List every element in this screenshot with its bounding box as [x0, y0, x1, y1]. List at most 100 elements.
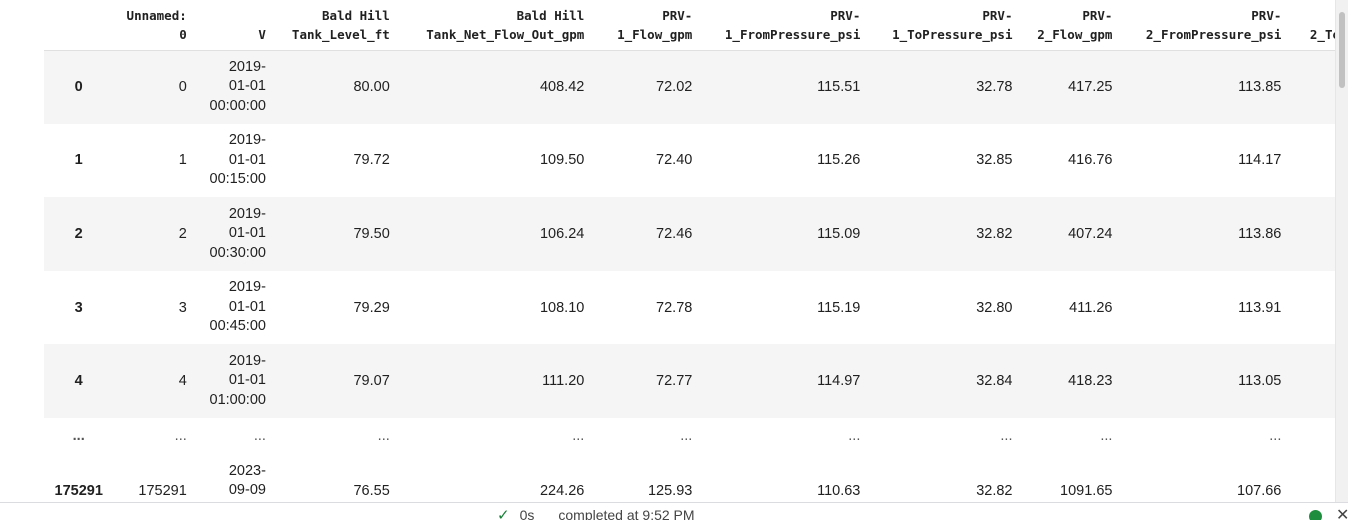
cell-prv1_from: 115.51: [817, 79, 861, 96]
cell-prv1_from: 115.19: [817, 299, 861, 316]
row-index: 3: [74, 299, 83, 316]
column-header-text: [52, 25, 105, 44]
close-icon[interactable]: ✕: [1336, 505, 1348, 520]
cell-prv1_to: 32.82: [976, 482, 1013, 499]
cell-tank_level: 79.72: [353, 152, 390, 169]
cell-prv2_flow: 417.25: [1068, 79, 1113, 96]
ellipsis-cell: ...: [680, 427, 693, 444]
column-header-text: PRV-: [662, 7, 693, 23]
execution-message: completed at 9:52 PM: [558, 507, 695, 520]
cell-prv1_to: 32.85: [976, 152, 1013, 169]
cell-v: 2019- 01-01 00:30:00: [195, 197, 274, 271]
table-row: 4 4 2019- 01-01 01:00:00 79.07 111.20 72.77 114.…: [44, 344, 1348, 418]
column-header-text: [1297, 6, 1340, 25]
datetime-part: 2019-: [228, 279, 266, 296]
dataframe-table: Unnamed: 0 V Bald Hill Tank_Level_ft Bald Hil…: [44, 0, 1348, 502]
datetime-part: 01-01: [228, 225, 266, 242]
column-header-text: PRV-: [982, 7, 1013, 23]
cell-prv1_from: 115.09: [817, 225, 861, 242]
ellipsis-row: ..............................: [44, 418, 1348, 454]
cell-prv2_flow: 418.23: [1068, 373, 1113, 390]
datetime-part: 01-01: [228, 151, 266, 168]
cell-prv2_from: 113.05: [1238, 373, 1282, 390]
cell-prv2_from: 114.17: [1238, 152, 1282, 169]
row-index: 4: [74, 373, 83, 390]
row-index: 0: [74, 79, 83, 96]
cell-tank_level: 76.55: [353, 482, 390, 499]
column-header-text: PRV-: [1082, 7, 1113, 23]
cell-prv1_to: 32.78: [976, 79, 1013, 96]
cell-tank_net_flow: 109.50: [539, 152, 585, 169]
cell-prv1_from: 115.26: [817, 152, 861, 169]
cell-prv1_flow: 72.02: [656, 79, 693, 96]
datetime-part: 09-09: [228, 482, 266, 499]
cell-prv1_flow: 72.46: [656, 225, 693, 242]
table-row: 1 1 2019- 01-01 00:15:00 79.72 109.50 72.40 115.…: [44, 124, 1348, 198]
cell-tank_level: 79.07: [353, 373, 390, 390]
ellipsis-cell: ...: [377, 427, 390, 444]
table-row: 2 2 2019- 01-01 00:30:00 79.50 106.24 72.46 115.…: [44, 197, 1348, 271]
cell-tank_net_flow: 111.20: [542, 373, 585, 390]
cell-prv2_flow: 411.26: [1069, 299, 1113, 316]
column-header-prv1_flow: PRV- 1_Flow_gpm: [592, 0, 701, 51]
column-header-text: 1_Flow_gpm: [617, 26, 693, 42]
datetime-part: 01-01: [228, 372, 266, 389]
cell-prv2_flow: 1091.65: [1060, 482, 1113, 499]
ellipsis-cell: ...: [1100, 427, 1113, 444]
cell-prv1_to: 32.80: [976, 299, 1013, 316]
column-header-text: 2_FromPressure_psi: [1145, 26, 1282, 42]
datetime-part: 2019-: [228, 352, 266, 369]
table-row: 3 3 2019- 01-01 00:45:00 79.29 108.10 72.78 115.…: [44, 271, 1348, 345]
cell-unnamed: 2: [178, 225, 187, 242]
cell-tank_net_flow: 106.24: [539, 225, 585, 242]
cell-v: 2023- 09-09: [195, 454, 274, 502]
cell-v: 2019- 01-01 00:15:00: [195, 124, 274, 198]
cell-tank_level: 80.00: [353, 79, 390, 96]
column-header-text: Tank_Net_Flow_Out_gpm: [426, 26, 585, 42]
check-icon: ✓: [497, 507, 510, 520]
cell-prv2_flow: 416.76: [1068, 152, 1113, 169]
execution-status: ✓ 0s completed at 9:52 PM: [497, 506, 695, 520]
column-header-tank_level: Bald Hill Tank_Level_ft: [273, 0, 398, 51]
column-header-prv2_from: PRV- 2_FromPressure_psi: [1120, 0, 1290, 51]
cell-prv1_flow: 125.93: [647, 482, 693, 499]
cell-v: 2019- 01-01 00:00:00: [195, 50, 274, 124]
column-header-prv2_flow: PRV- 2_Flow_gpm: [1020, 0, 1121, 51]
cell-v: 2019- 01-01 00:45:00: [195, 271, 274, 345]
table-row: 175291 175291 2023- 09-09 76.55 224.26 125.93…: [44, 454, 1348, 502]
cell-unnamed: 4: [178, 373, 187, 390]
table-row: 0 0 2019- 01-01 00:00:00 80.00 408.42 72.02 115.…: [44, 50, 1348, 124]
vertical-scrollbar[interactable]: [1335, 0, 1348, 502]
column-header-text: 0: [179, 26, 187, 42]
column-header-text: PRV-: [830, 7, 861, 23]
datetime-part: 2023-: [228, 462, 266, 479]
datetime-part: 00:30:00: [209, 244, 266, 261]
scrollbar-thumb[interactable]: [1339, 12, 1345, 88]
header-row: Unnamed: 0 V Bald Hill Tank_Level_ft Bald Hil…: [44, 0, 1348, 51]
ellipsis-cell: ...: [572, 427, 585, 444]
row-index: 2: [74, 225, 83, 242]
column-header-text: 1_FromPressure_psi: [724, 26, 861, 42]
cell-tank_net_flow: 108.10: [539, 299, 585, 316]
datetime-part: 00:45:00: [209, 318, 266, 335]
cell-prv1_flow: 72.77: [656, 373, 693, 390]
cell-prv2_flow: 407.24: [1068, 225, 1113, 242]
ellipsis-cell: ...: [253, 427, 266, 444]
cell-unnamed: 1: [178, 152, 187, 169]
cell-unnamed: 3: [178, 299, 187, 316]
row-index: ...: [72, 427, 85, 444]
cell-unnamed: 175291: [138, 482, 187, 499]
row-index: 1: [74, 152, 83, 169]
cell-prv1_from: 110.63: [817, 482, 861, 499]
column-header-tank_net_flow: Bald Hill Tank_Net_Flow_Out_gpm: [397, 0, 593, 51]
row-index: 175291: [54, 482, 103, 499]
datetime-part: 01-01: [228, 78, 266, 95]
datetime-part: 00:15:00: [209, 171, 266, 188]
column-header-text: 2_To: [1309, 26, 1340, 42]
cell-v: 2019- 01-01 01:00:00: [195, 344, 274, 418]
cell-prv1_flow: 72.78: [656, 299, 693, 316]
datetime-part: 00:00:00: [209, 97, 266, 114]
cell-unnamed: 0: [178, 79, 187, 96]
column-header-text: Bald Hill: [516, 7, 585, 23]
datetime-part: 01-01: [228, 298, 266, 315]
